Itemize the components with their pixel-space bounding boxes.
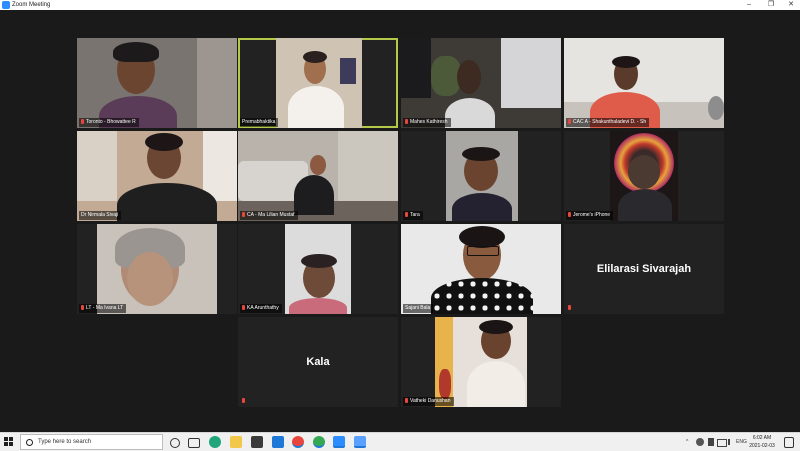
participant-name: Mahes Kathiresh	[403, 118, 451, 127]
mic-muted-icon	[242, 212, 245, 217]
participant-display-name: Elilarasi Sivarajah	[596, 263, 692, 275]
maximize-button[interactable]: ❐	[760, 0, 782, 10]
participant-name: Sajani Bala	[403, 304, 434, 313]
video-feed	[276, 38, 362, 128]
participant-tile[interactable]: CA - Ma Lilian Mustaf	[238, 131, 398, 221]
tray-overflow-chevron-icon[interactable]: ^	[686, 433, 688, 451]
mic-muted-icon	[405, 212, 408, 217]
minimize-button[interactable]: –	[738, 0, 760, 10]
mic-muted-icon	[81, 305, 84, 310]
participant-tile[interactable]: Sajani Bala	[401, 224, 561, 314]
window-titlebar: Zoom Meeting – ❐ ✕	[0, 0, 800, 10]
video-feed	[97, 224, 217, 314]
search-icon	[26, 439, 33, 446]
participant-tile[interactable]: Toronto - Bhowattee R	[77, 38, 237, 128]
edge-icon[interactable]	[209, 436, 221, 448]
video-feed	[435, 317, 527, 407]
windows-start-button[interactable]	[4, 437, 14, 447]
video-feed	[401, 38, 561, 128]
participant-tile[interactable]: Jerome's iPhone	[564, 131, 724, 221]
participant-name: Jerome's iPhone	[566, 211, 614, 220]
mic-muted-icon	[242, 305, 245, 310]
zoom-app-icon	[2, 1, 10, 9]
participant-tile[interactable]: Mahes Kathiresh	[401, 38, 561, 128]
participant-name	[240, 397, 250, 406]
participant-name: KA Arunthathy	[240, 304, 282, 313]
zoom-icon[interactable]	[333, 436, 345, 448]
mic-muted-icon	[405, 119, 408, 124]
participant-tile[interactable]: Tara	[401, 131, 561, 221]
video-feed	[285, 224, 351, 314]
mic-muted-icon	[568, 305, 571, 310]
video-feed	[238, 131, 398, 221]
notification-center-icon[interactable]	[784, 437, 794, 448]
cortana-icon[interactable]	[170, 438, 180, 448]
mic-muted-icon	[568, 119, 571, 124]
windows-taskbar: Type here to search ^ ENG 6:02 AM 2021-0…	[0, 432, 800, 451]
participant-tile[interactable]: Kala	[238, 317, 398, 407]
volume-icon[interactable]	[728, 439, 736, 445]
clock-date: 2021-02-03	[749, 443, 775, 449]
chrome-icon[interactable]	[313, 436, 325, 448]
participant-name: Vatheki Danushan	[403, 397, 454, 406]
participant-tile[interactable]: Dr Nirmala Sivaji	[77, 131, 237, 221]
close-button[interactable]: ✕	[780, 0, 800, 10]
video-feed	[77, 131, 237, 221]
task-view-icon[interactable]	[188, 438, 200, 448]
zoom-meeting-icon[interactable]	[354, 436, 366, 448]
participant-tile-active-speaker[interactable]: Premabhaktika	[238, 38, 398, 128]
participant-display-name: Kala	[306, 356, 330, 368]
store-icon[interactable]	[251, 436, 263, 448]
mail-icon[interactable]	[272, 436, 284, 448]
taskbar-search-box[interactable]: Type here to search	[20, 434, 163, 450]
file-explorer-icon[interactable]	[230, 436, 242, 448]
video-feed	[401, 224, 561, 314]
participant-name	[566, 304, 576, 313]
network-icon[interactable]	[717, 439, 727, 447]
mic-muted-icon	[568, 212, 571, 217]
video-feed	[564, 38, 724, 128]
mic-muted-icon	[405, 398, 408, 403]
participant-name: Dr Nirmala Sivaji	[79, 211, 122, 220]
mic-muted-icon	[81, 119, 84, 124]
participant-tile[interactable]: Elilarasi Sivarajah	[564, 224, 724, 314]
chrome-alt-icon[interactable]	[292, 436, 304, 448]
video-feed	[446, 131, 518, 221]
participant-name: LT - Ma Ivana LT	[79, 304, 127, 313]
onedrive-icon[interactable]	[696, 438, 704, 446]
battery-icon[interactable]	[708, 438, 714, 446]
video-feed	[610, 131, 678, 221]
participant-name: CAC A - Shakunthaladevi D. - Sh	[566, 118, 650, 127]
video-feed	[77, 38, 237, 128]
window-title: Zoom Meeting	[12, 2, 51, 8]
mic-muted-icon	[242, 398, 245, 403]
participant-name: Tara	[403, 211, 423, 220]
participant-tile[interactable]: CAC A - Shakunthaladevi D. - Sh	[564, 38, 724, 128]
gallery-view: Toronto - Bhowattee R Premabhaktika Mahe…	[0, 10, 800, 432]
participant-name: Premabhaktika	[240, 118, 279, 127]
participant-tile[interactable]: Vatheki Danushan	[401, 317, 561, 407]
participant-name: CA - Ma Lilian Mustaf	[240, 211, 298, 220]
taskbar-clock[interactable]: 6:02 AM 2021-02-03	[744, 434, 780, 450]
participant-name: Toronto - Bhowattee R	[79, 118, 139, 127]
clock-time: 6:02 AM	[752, 435, 772, 441]
participant-tile[interactable]: KA Arunthathy	[238, 224, 398, 314]
participant-tile[interactable]: LT - Ma Ivana LT	[77, 224, 237, 314]
search-placeholder: Type here to search	[38, 439, 92, 445]
language-indicator[interactable]: ENG	[736, 433, 747, 451]
